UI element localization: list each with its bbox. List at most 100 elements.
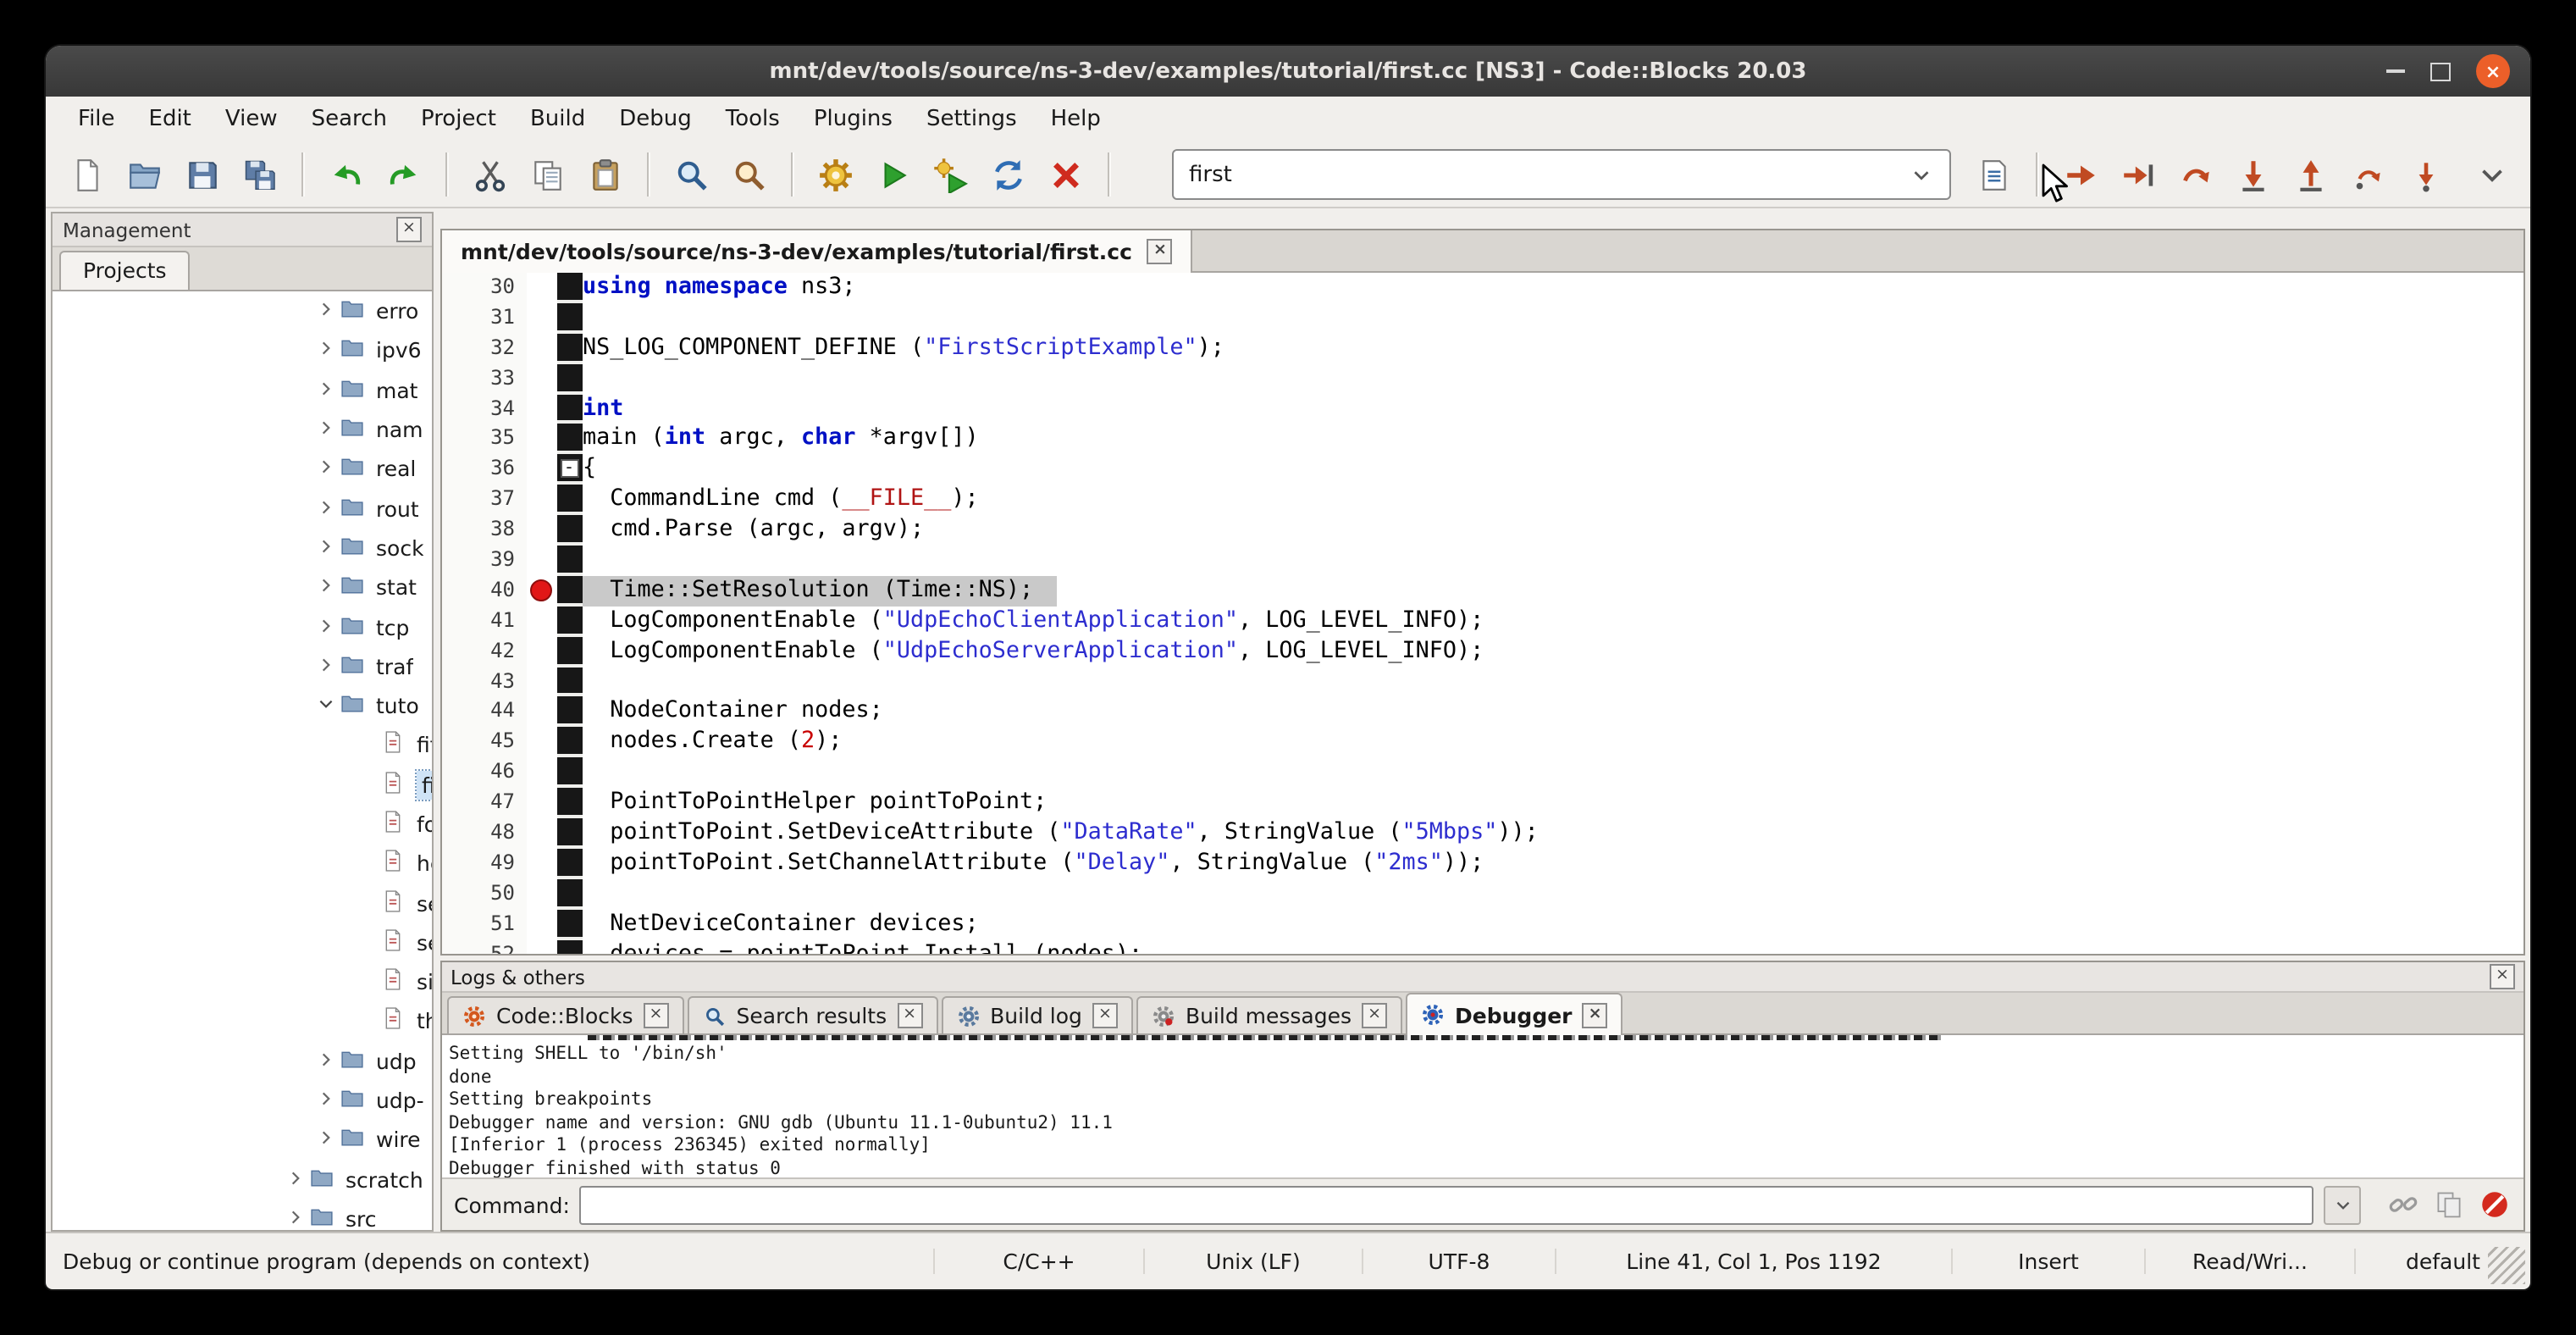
logs-tab-debugger[interactable]: Debugger× <box>1406 993 1623 1035</box>
find-button[interactable] <box>667 150 716 199</box>
code-text[interactable]: pointToPoint.SetChannelAttribute ("Delay… <box>583 849 2523 879</box>
breakpoint-margin[interactable] <box>527 667 557 697</box>
maximize-button[interactable] <box>2430 62 2451 80</box>
tree-item-se[interactable]: se <box>53 884 432 923</box>
tree-item-scratch[interactable]: scratch <box>53 1160 432 1199</box>
breakpoint-margin[interactable] <box>527 485 557 515</box>
code-editor[interactable]: 30using namespace ns3;3132NS_LOG_COMPONE… <box>442 273 2523 954</box>
breakpoint-margin[interactable] <box>527 546 557 576</box>
save-all-button[interactable] <box>235 150 285 199</box>
tree-item-fif[interactable]: fif <box>53 726 432 766</box>
breakpoint-marker[interactable] <box>530 580 552 602</box>
chevron-right-icon[interactable] <box>317 1127 340 1153</box>
chevron-right-icon[interactable] <box>317 496 340 521</box>
breakpoint-margin[interactable] <box>527 515 557 546</box>
cut-button[interactable] <box>466 150 515 199</box>
logs-tab-build-log[interactable]: Build log× <box>941 996 1133 1033</box>
code-text[interactable]: NodeContainer nodes; <box>583 697 2523 728</box>
tree-item-real[interactable]: real <box>53 449 432 489</box>
close-logs-icon[interactable]: × <box>2490 964 2515 989</box>
menu-debug[interactable]: Debug <box>604 102 707 137</box>
breakpoint-margin[interactable] <box>527 424 557 455</box>
chevron-right-icon[interactable] <box>286 1166 310 1192</box>
tab-close-icon[interactable]: × <box>1583 1002 1608 1028</box>
chevron-right-icon[interactable] <box>317 417 340 442</box>
tab-projects[interactable]: Projects <box>59 251 191 290</box>
menu-build[interactable]: Build <box>515 102 600 137</box>
menu-project[interactable]: Project <box>406 102 511 137</box>
tree-item-sock[interactable]: sock <box>53 529 432 568</box>
breakpoint-margin[interactable] <box>527 607 557 637</box>
code-text[interactable]: devices = pointToPoint.Install (nodes); <box>583 939 2523 954</box>
logs-tab-code-blocks[interactable]: Code::Blocks× <box>447 996 684 1033</box>
code-text[interactable] <box>583 758 2523 789</box>
breakpoint-margin[interactable] <box>527 697 557 728</box>
code-text[interactable]: CommandLine cmd (__FILE__); <box>583 485 2523 515</box>
tree-item-udp-[interactable]: udp- <box>53 1081 432 1121</box>
logs-tab-build-messages[interactable]: Build messages× <box>1136 996 1402 1033</box>
tab-close-icon[interactable]: × <box>897 1003 922 1028</box>
chevron-right-icon[interactable] <box>317 377 340 402</box>
code-text[interactable]: LogComponentEnable ("UdpEchoClientApplic… <box>583 607 2523 637</box>
code-text[interactable]: Time::SetResolution (Time::NS); <box>583 576 2523 607</box>
chevron-down-icon[interactable] <box>317 693 340 718</box>
chevron-right-icon[interactable] <box>317 338 340 363</box>
save-button[interactable] <box>178 150 227 199</box>
chevron-right-icon[interactable] <box>317 574 340 600</box>
tab-close-icon[interactable]: × <box>1092 1003 1118 1028</box>
menu-edit[interactable]: Edit <box>134 102 207 137</box>
tree-item-mat[interactable]: mat <box>53 370 432 410</box>
step-into-instruction-button[interactable] <box>2402 150 2451 199</box>
code-text[interactable]: NetDeviceContainer devices; <box>583 909 2523 939</box>
tree-item-tuto[interactable]: tuto <box>53 686 432 726</box>
chevron-right-icon[interactable] <box>317 535 340 561</box>
command-input[interactable] <box>580 1185 2313 1224</box>
breakpoint-margin[interactable] <box>527 788 557 818</box>
breakpoint-margin[interactable] <box>527 303 557 334</box>
code-text[interactable]: pointToPoint.SetDeviceAttribute ("DataRa… <box>583 818 2523 849</box>
search-combobox[interactable]: first <box>1172 149 1951 200</box>
breakpoint-margin[interactable] <box>527 334 557 364</box>
step-into-button[interactable] <box>2229 150 2278 199</box>
tab-close-icon[interactable]: × <box>644 1003 669 1028</box>
tree-item-tcp[interactable]: tcp <box>53 607 432 647</box>
resize-grip[interactable] <box>2488 1247 2525 1284</box>
stop-debugger-button[interactable] <box>2476 1187 2512 1222</box>
code-text[interactable] <box>583 879 2523 910</box>
copy-button[interactable] <box>523 150 572 199</box>
chevron-right-icon[interactable] <box>317 298 340 324</box>
code-text[interactable]: int <box>583 394 2523 424</box>
build-and-run-button[interactable] <box>926 150 976 199</box>
chevron-right-icon[interactable] <box>317 1088 340 1113</box>
tree-item-fir[interactable]: fir <box>53 765 432 805</box>
chevron-right-icon[interactable] <box>317 614 340 640</box>
menu-tools[interactable]: Tools <box>710 102 795 137</box>
rebuild-button[interactable] <box>984 150 1033 199</box>
tree-item-fo[interactable]: fo <box>53 805 432 845</box>
chevron-right-icon[interactable] <box>286 1206 310 1230</box>
breakpoint-margin[interactable] <box>527 939 557 954</box>
menu-search[interactable]: Search <box>296 102 402 137</box>
tree-item-udp[interactable]: udp <box>53 1041 432 1081</box>
breakpoint-margin[interactable] <box>527 758 557 789</box>
tree-item-wire[interactable]: wire <box>53 1120 432 1160</box>
copy-log-button[interactable] <box>2430 1187 2466 1222</box>
breakpoint-margin[interactable] <box>527 273 557 303</box>
close-button[interactable]: × <box>2476 54 2510 88</box>
menu-help[interactable]: Help <box>1036 102 1116 137</box>
code-text[interactable]: cmd.Parse (argc, argv); <box>583 515 2523 546</box>
tree-item-se[interactable]: se <box>53 923 432 963</box>
tab-close-icon[interactable]: × <box>1362 1003 1387 1028</box>
tree-item-ipv6[interactable]: ipv6 <box>53 331 432 371</box>
tree-item-rout[interactable]: rout <box>53 489 432 529</box>
code-text[interactable]: NS_LOG_COMPONENT_DEFINE ("FirstScriptExa… <box>583 334 2523 364</box>
code-text[interactable] <box>583 667 2523 697</box>
code-text[interactable] <box>583 303 2523 334</box>
breakpoint-margin[interactable] <box>527 728 557 758</box>
close-management-icon[interactable]: × <box>396 217 422 242</box>
code-text[interactable]: PointToPointHelper pointToPoint; <box>583 788 2523 818</box>
menu-file[interactable]: File <box>63 102 130 137</box>
minimize-button[interactable] <box>2386 69 2405 73</box>
tree-item-nam[interactable]: nam <box>53 410 432 450</box>
editor-tab-first-cc[interactable]: mnt/dev/tools/source/ns-3-dev/examples/t… <box>442 230 1193 273</box>
